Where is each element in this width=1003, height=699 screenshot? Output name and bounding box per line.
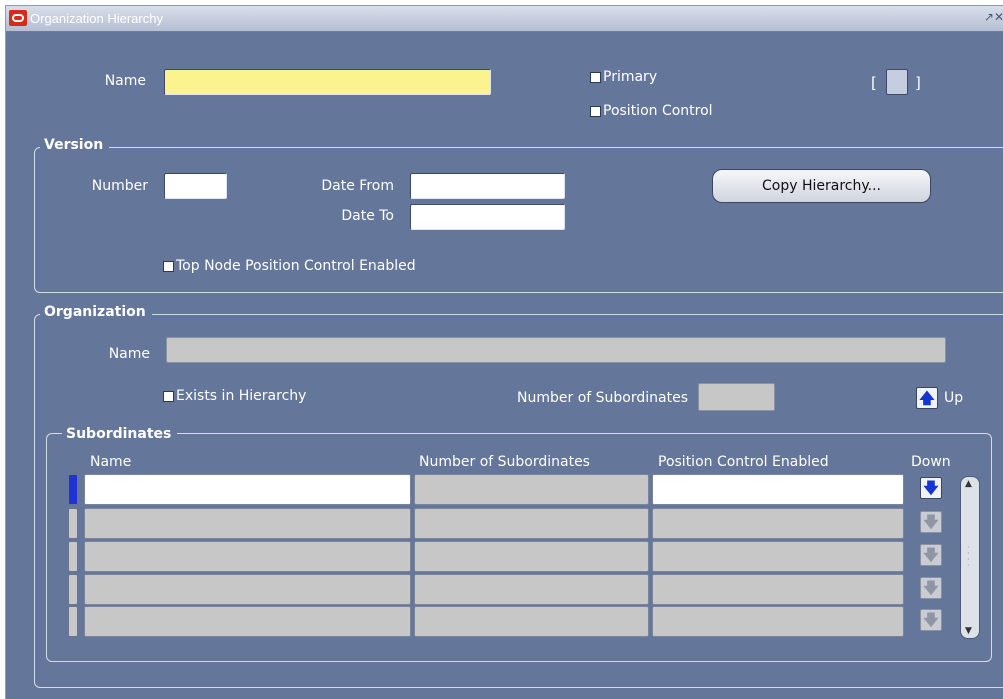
- row-indicator[interactable]: [68, 574, 78, 605]
- window-title: Organization Hierarchy: [30, 11, 163, 26]
- org-number-of-subordinates-label: Number of Subordinates: [517, 390, 688, 406]
- table-row-number-cell[interactable]: [414, 508, 649, 539]
- table-row-number-cell[interactable]: [414, 541, 649, 572]
- organization-name-field[interactable]: [166, 337, 946, 363]
- column-header-position-control-enabled: Position Control Enabled: [658, 454, 829, 470]
- table-row-position-control-cell[interactable]: [652, 541, 904, 572]
- organization-group-title: Organization: [40, 304, 152, 320]
- table-row-number-cell[interactable]: [414, 574, 649, 605]
- table-row-position-control-cell[interactable]: [652, 574, 904, 605]
- hierarchy-name-input[interactable]: [164, 69, 491, 95]
- arrow-down-icon: 🡇: [923, 578, 939, 597]
- arrow-down-icon: 🡇: [923, 610, 939, 629]
- down-button[interactable]: 🡇: [920, 609, 942, 631]
- date-from-label: Date From: [321, 178, 394, 194]
- oracle-logo-icon: [9, 10, 27, 26]
- top-node-position-control-checkbox[interactable]: Top Node Position Control Enabled: [163, 258, 416, 274]
- primary-checkbox[interactable]: Primary: [590, 69, 657, 85]
- row-indicator[interactable]: [68, 508, 78, 539]
- table-row-number-cell[interactable]: [414, 474, 649, 505]
- scroll-down-icon[interactable]: ▼: [965, 626, 972, 636]
- position-control-checkbox-label: Position Control: [603, 103, 713, 119]
- date-to-label: Date To: [341, 208, 394, 224]
- primary-checkbox-box[interactable]: [590, 71, 601, 83]
- arrow-down-icon: 🡇: [923, 545, 939, 564]
- arrow-down-icon: 🡇: [923, 478, 939, 497]
- column-header-name: Name: [90, 454, 132, 470]
- down-button[interactable]: 🡇: [920, 577, 942, 599]
- table-row-position-control-cell[interactable]: [652, 606, 904, 637]
- down-button[interactable]: 🡇: [920, 511, 942, 533]
- version-group-title: Version: [40, 137, 110, 153]
- exists-in-hierarchy-checkbox[interactable]: Exists in Hierarchy: [163, 388, 306, 404]
- table-row-position-control-cell[interactable]: [652, 474, 904, 505]
- position-control-checkbox-box[interactable]: [590, 105, 601, 117]
- top-node-checkbox-label: Top Node Position Control Enabled: [176, 258, 416, 274]
- date-to-input[interactable]: [410, 204, 565, 230]
- table-row-number-cell[interactable]: [414, 606, 649, 637]
- version-number-label: Number: [91, 178, 148, 194]
- version-number-input[interactable]: [164, 173, 227, 199]
- up-label: Up: [944, 390, 964, 406]
- bracket-close: ]: [915, 74, 921, 92]
- primary-checkbox-label: Primary: [603, 69, 658, 85]
- bracket-open: [: [871, 74, 877, 92]
- row-indicator[interactable]: [68, 474, 78, 505]
- window-resize-close-icon[interactable]: ↗✕: [984, 10, 1003, 24]
- column-header-number-of-subordinates: Number of Subordinates: [419, 454, 590, 470]
- organization-name-label: Name: [108, 346, 150, 362]
- arrow-up-icon: 🡅: [919, 388, 935, 407]
- up-button[interactable]: 🡅: [916, 387, 938, 409]
- exists-in-hierarchy-checkbox-box[interactable]: [163, 390, 174, 402]
- table-row-name-cell[interactable]: [84, 606, 411, 637]
- top-node-checkbox-box[interactable]: [163, 260, 174, 272]
- table-row-name-cell[interactable]: [84, 474, 411, 505]
- table-row-position-control-cell[interactable]: [652, 508, 904, 539]
- table-row-name-cell[interactable]: [84, 574, 411, 605]
- organization-hierarchy-window: Organization Hierarchy ↗✕ Name Primary P…: [5, 5, 1003, 699]
- copy-hierarchy-button[interactable]: Copy Hierarchy...: [712, 169, 931, 203]
- exists-in-hierarchy-label: Exists in Hierarchy: [176, 388, 307, 404]
- arrow-down-icon: 🡇: [923, 512, 939, 531]
- descriptive-flexfield-box[interactable]: [886, 69, 908, 95]
- table-row-name-cell[interactable]: [84, 508, 411, 539]
- scroll-grip-icon[interactable]: · · · ·: [967, 544, 970, 570]
- vertical-scrollbar[interactable]: ▲ · · · · ▼: [960, 476, 980, 639]
- table-row-name-cell[interactable]: [84, 541, 411, 572]
- scroll-up-icon[interactable]: ▲: [965, 479, 972, 489]
- row-indicator[interactable]: [68, 606, 78, 637]
- column-header-down: Down: [911, 454, 951, 470]
- subordinates-group-title: Subordinates: [62, 426, 178, 442]
- title-bar: Organization Hierarchy ↗✕: [6, 6, 1003, 32]
- down-button[interactable]: 🡇: [920, 477, 942, 499]
- date-from-input[interactable]: [410, 173, 565, 199]
- down-button[interactable]: 🡇: [920, 544, 942, 566]
- org-number-of-subordinates-field[interactable]: [698, 383, 775, 411]
- position-control-checkbox[interactable]: Position Control: [590, 103, 713, 119]
- hierarchy-name-label: Name: [104, 73, 146, 89]
- row-indicator[interactable]: [68, 541, 78, 572]
